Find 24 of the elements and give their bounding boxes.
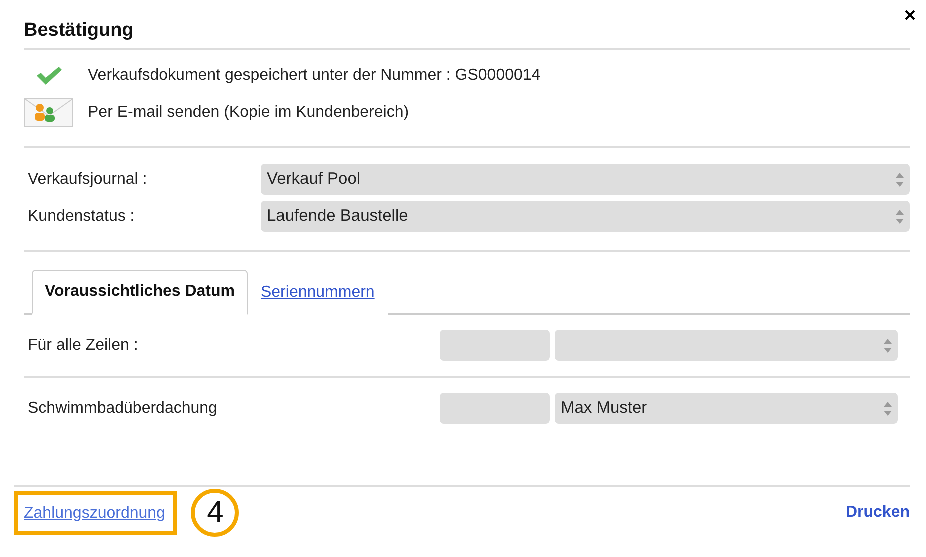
row-label: Schwimmbadüberdachung: [27, 400, 218, 418]
select-field[interactable]: Verkauf Pool: [261, 164, 910, 195]
dialog-title: Bestätigung: [24, 20, 134, 42]
updown-icon: [896, 210, 904, 224]
field-label: Kundenstatus :: [27, 208, 136, 226]
envelope-icon: [24, 98, 74, 128]
select-field[interactable]: [555, 330, 898, 361]
input-field[interactable]: [440, 330, 550, 361]
field-label: Verkaufsjournal :: [27, 170, 148, 188]
updown-icon: [896, 172, 904, 186]
row-label: Für alle Zeilen :: [27, 336, 140, 354]
close-button[interactable]: ×: [904, 6, 916, 26]
updown-icon: [884, 338, 892, 352]
print-link[interactable]: Drucken: [846, 504, 910, 522]
select-field[interactable]: Max Muster: [555, 393, 898, 424]
email-link[interactable]: Per E-mail senden (Kopie im Kundenbereich): [88, 104, 410, 122]
select-field[interactable]: Laufende Baustelle: [261, 201, 910, 232]
payment-link[interactable]: Zahlungszuordnung: [14, 491, 178, 535]
updown-icon: [884, 402, 892, 416]
callout-number: 4: [191, 489, 240, 537]
checkmark-icon: [35, 66, 63, 86]
status-message: Verkaufsdokument gespeichert unter der Nummer : GS0000014: [88, 67, 541, 85]
input-field[interactable]: [440, 393, 550, 424]
tab[interactable]: Voraussichtliches Datum: [32, 270, 248, 315]
